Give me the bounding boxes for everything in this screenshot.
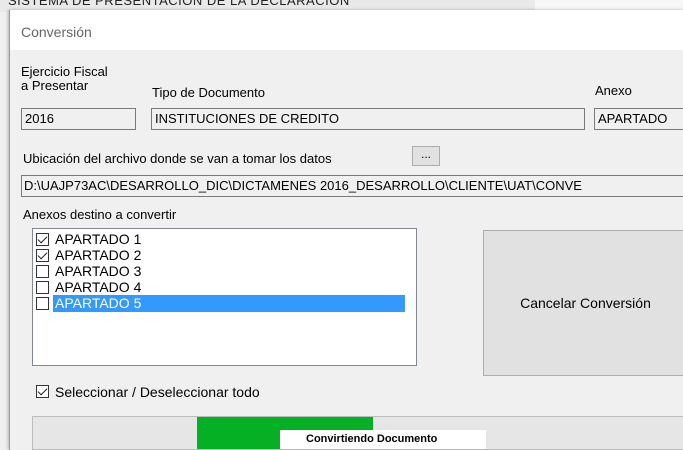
anexo-field[interactable]: APARTADO [594, 108, 683, 130]
anexos-list[interactable]: APARTADO 1 APARTADO 2 APARTADO 3 APARTADO 4… [32, 228, 417, 366]
list-item-label: APARTADO 1 [55, 231, 142, 247]
list-item-label: APARTADO 4 [55, 279, 142, 295]
progress-bar: Convirtiendo Documento [32, 416, 683, 450]
list-item[interactable]: APARTADO 3 [36, 263, 414, 280]
anexo-label: Anexo [595, 83, 632, 98]
checkbox-icon[interactable] [36, 281, 49, 294]
list-item[interactable]: APARTADO 2 [36, 247, 414, 264]
list-item[interactable]: APARTADO 1 [36, 231, 414, 248]
background-window-title: SISTEMA DE PRESENTACION DE LA DECLARACIO… [8, 0, 350, 8]
cancel-conversion-button[interactable]: Cancelar Conversión [483, 230, 683, 376]
tipo-documento-label: Tipo de Documento [152, 85, 265, 100]
list-item[interactable]: APARTADO 5 [36, 295, 414, 312]
select-all-label: Seleccionar / Deseleccionar todo [55, 384, 260, 400]
conversion-dialog: Conversión Ejercicio Fiscal a Presentar … [9, 10, 683, 450]
anexos-destino-label: Anexos destino a convertir [23, 207, 177, 222]
checkbox-icon[interactable] [36, 249, 49, 262]
checkbox-icon[interactable] [36, 233, 49, 246]
path-field[interactable]: D:\UAJP73AC\DESARROLLO_DIC\DICTAMENES 20… [21, 175, 683, 197]
browse-button[interactable]: ... [412, 146, 440, 166]
title-bar[interactable]: Conversión [10, 10, 683, 50]
ejercicio-field[interactable]: 2016 [21, 108, 136, 130]
tipo-documento-field[interactable]: INSTITUCIONES DE CREDITO [151, 108, 585, 130]
ejercicio-label-line1: Ejercicio Fiscal [21, 64, 108, 79]
checkbox-icon[interactable] [36, 385, 49, 398]
list-item-label: APARTADO 3 [55, 263, 142, 279]
list-item[interactable]: APARTADO 4 [36, 279, 414, 296]
progress-label: Convirtiendo Documento [280, 430, 486, 449]
list-item-label: APARTADO 5 [53, 295, 405, 312]
checkbox-icon[interactable] [36, 265, 49, 278]
window-title: Conversión [21, 24, 92, 40]
list-item-label: APARTADO 2 [55, 247, 142, 263]
ejercicio-label-line2: a Presentar [21, 78, 89, 93]
checkbox-icon[interactable] [36, 297, 49, 310]
ubicacion-label: Ubicación del archivo donde se van a tom… [23, 151, 332, 166]
